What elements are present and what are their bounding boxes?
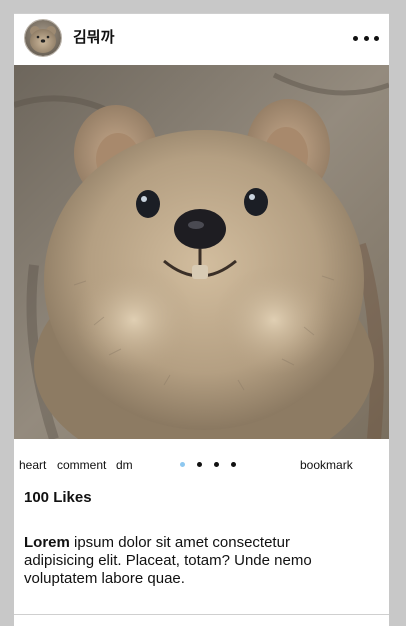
comment-button[interactable]: comment	[57, 458, 106, 472]
action-bar: heart comment dm bookmark	[14, 456, 389, 474]
more-dot	[353, 35, 358, 41]
heart-button[interactable]: heart	[19, 458, 46, 472]
carousel-dot[interactable]	[197, 462, 202, 467]
carousel-dot[interactable]	[180, 462, 185, 467]
avatar-image	[25, 20, 61, 56]
dm-button[interactable]: dm	[116, 458, 133, 472]
quokka-image	[14, 65, 389, 439]
post-photo	[14, 65, 389, 439]
post-card: 김뭐까 heart comment dm bookmark 100 Likes …	[14, 13, 389, 626]
bookmark-button[interactable]: bookmark	[300, 458, 353, 472]
post-header: 김뭐까	[14, 14, 389, 65]
more-dots-icon[interactable]	[353, 31, 379, 45]
carousel-indicator	[178, 462, 238, 468]
divider	[14, 614, 389, 615]
username[interactable]: 김뭐까	[73, 28, 114, 48]
carousel-dot[interactable]	[231, 462, 236, 467]
caption-username[interactable]: Lorem	[24, 534, 70, 551]
carousel-dot[interactable]	[214, 462, 219, 467]
more-dot	[374, 35, 379, 41]
caption: Lorem ipsum dolor sit amet consectetur a…	[24, 534, 354, 588]
more-dot	[363, 35, 369, 41]
avatar[interactable]	[24, 19, 62, 57]
likes-count[interactable]: 100 Likes	[24, 489, 92, 507]
